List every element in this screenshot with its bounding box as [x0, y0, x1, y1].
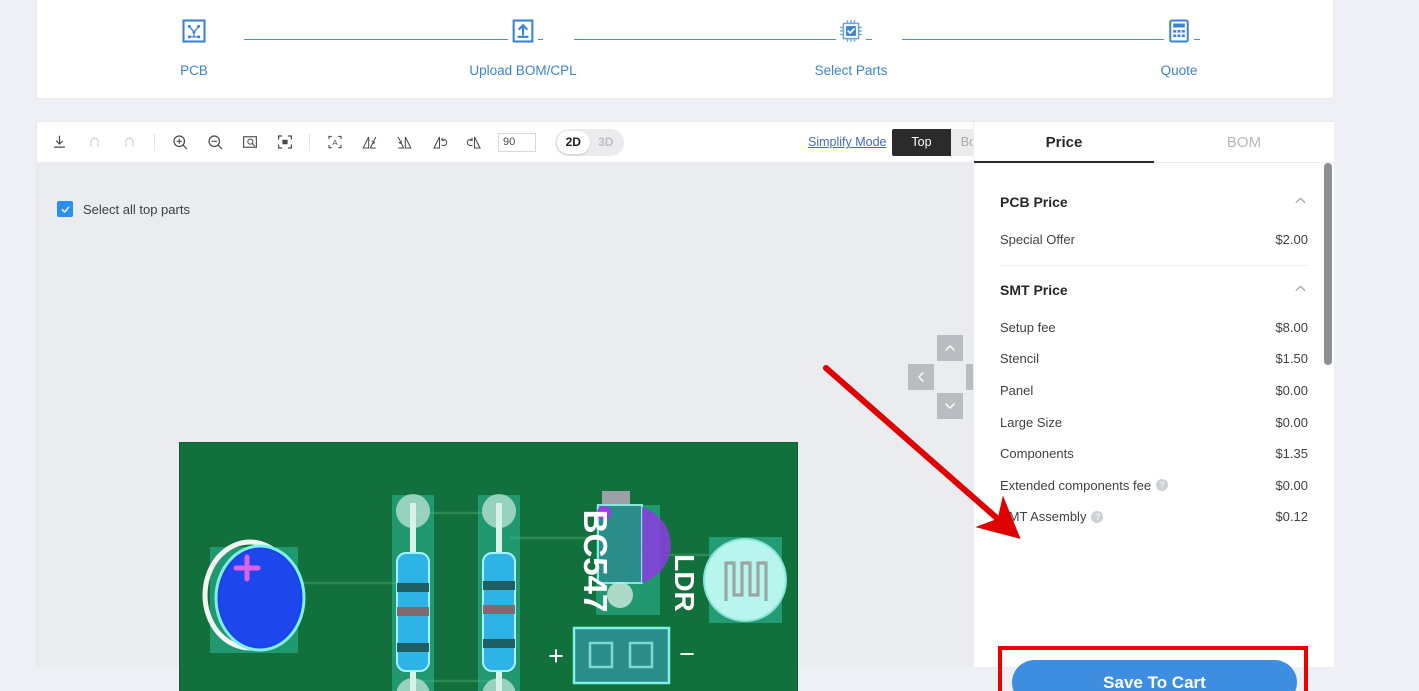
rotation-angle-input[interactable]: 90	[498, 132, 536, 152]
stepper-label-pcb: PCB	[180, 63, 208, 78]
rotate-ccw-icon[interactable]	[429, 132, 450, 153]
zoom-out-icon[interactable]	[204, 132, 225, 153]
price-row: Setup fee $8.00	[1000, 312, 1308, 344]
price-panel: Price BOM PCB Price Special Offer $2.00 …	[973, 122, 1334, 691]
price-bom-tabs: Price BOM	[974, 122, 1334, 163]
select-all-top-parts-label: Select all top parts	[83, 201, 190, 217]
redo-icon[interactable]	[119, 132, 140, 153]
dimension-toggle-2d[interactable]: 2D	[557, 131, 590, 154]
price-row-value: $1.35	[1275, 446, 1308, 462]
stepper-step-upload[interactable]: Upload BOM/CPL	[453, 16, 593, 78]
calculator-icon	[1164, 16, 1194, 46]
price-row-label: Panel	[1000, 383, 1034, 399]
price-row-value: $8.00	[1275, 319, 1308, 335]
dimension-toggle[interactable]: 2D 3D	[555, 129, 624, 156]
pcb-board-preview[interactable]: BC547 LDR + −	[179, 442, 798, 691]
toolbar-divider-1	[154, 133, 155, 151]
section-title-pcb-price: PCB Price	[1000, 194, 1068, 210]
svg-text:−: −	[679, 639, 695, 669]
text-select-icon[interactable]: A	[324, 132, 345, 153]
tab-price[interactable]: Price	[974, 122, 1154, 163]
price-row-label: SMT Assembly	[1000, 509, 1087, 525]
price-row: Stencil $1.50	[1000, 343, 1308, 375]
price-breakdown: PCB Price Special Offer $2.00 SMT Price	[974, 180, 1334, 533]
stepper-step-select-parts[interactable]: Select Parts	[781, 16, 921, 78]
rotate-cw-icon[interactable]	[464, 132, 485, 153]
download-icon[interactable]	[49, 132, 70, 153]
chevron-up-icon[interactable]	[1293, 281, 1308, 299]
simplify-mode-link[interactable]: Simplify Mode	[808, 135, 887, 149]
price-row-value: $0.00	[1275, 477, 1308, 493]
price-row: Components $1.35	[1000, 438, 1308, 470]
upload-icon	[508, 16, 538, 46]
price-row: Extended components fee ? $0.00	[1000, 470, 1308, 502]
component-led	[202, 539, 306, 653]
section-header-smt-price[interactable]: SMT Price	[1000, 268, 1308, 312]
price-row: Large Size $0.00	[1000, 406, 1308, 438]
flip-vertical-icon[interactable]	[394, 132, 415, 153]
toolbar-divider-2	[309, 133, 310, 151]
price-row-label: Components	[1000, 446, 1074, 462]
save-to-cart-button[interactable]: Save To Cart	[1012, 660, 1297, 691]
price-row: Panel $0.00	[1000, 375, 1308, 407]
price-row: SMT Assembly ? $0.12	[1000, 501, 1308, 533]
svg-text:3.7v: 3.7v	[592, 687, 651, 691]
undo-icon[interactable]	[84, 132, 105, 153]
chevron-up-icon[interactable]	[1293, 193, 1308, 211]
stepper-label-select-parts: Select Parts	[814, 63, 888, 78]
price-row-value: $0.12	[1275, 509, 1308, 525]
stepper-label-upload: Upload BOM/CPL	[469, 63, 577, 78]
price-row: Special Offer $2.00	[1000, 224, 1308, 256]
svg-text:A: A	[332, 138, 337, 147]
app-page: PCB Upload BOM/CPL Select Parts Quote A …	[0, 0, 1419, 691]
editor-card: A 90 2D 3D Simplify Mode Top Bott	[36, 121, 1334, 691]
price-row-value: $0.00	[1275, 383, 1308, 399]
zoom-region-icon[interactable]	[239, 132, 260, 153]
pan-down-button[interactable]	[937, 393, 963, 419]
flip-horizontal-icon[interactable]	[359, 132, 380, 153]
checkbox-checked-icon	[57, 201, 73, 217]
pcb-board-icon	[179, 16, 209, 46]
component-transistor-bc547: BC547	[577, 491, 671, 615]
progress-stepper-card: PCB Upload BOM/CPL Select Parts Quote	[36, 0, 1334, 99]
pan-left-button[interactable]	[908, 364, 934, 390]
component-ldr: LDR	[669, 537, 787, 623]
info-icon[interactable]: ?	[1156, 479, 1169, 492]
stepper-label-quote: Quote	[1160, 63, 1198, 78]
stepper-step-quote[interactable]: Quote	[1109, 16, 1249, 78]
svg-text:+: +	[548, 641, 564, 671]
price-panel-scrollbar[interactable]	[1324, 163, 1332, 667]
checkout-area: Save To Cart By placing your order, pls …	[974, 646, 1335, 691]
progress-stepper: PCB Upload BOM/CPL Select Parts Quote	[37, 0, 1333, 98]
zoom-in-icon[interactable]	[169, 132, 190, 153]
price-row-label: Extended components fee	[1000, 477, 1152, 493]
component-resistor-1	[392, 494, 434, 691]
tab-bom[interactable]: BOM	[1154, 122, 1334, 162]
svg-text:BC547: BC547	[577, 510, 614, 613]
chip-check-icon	[836, 16, 866, 46]
component-battery-connector: + − 3.7v	[548, 626, 695, 691]
svg-text:LDR: LDR	[669, 554, 700, 612]
select-all-top-parts-checkbox[interactable]: Select all top parts	[57, 201, 190, 217]
price-row-label: Stencil	[1000, 351, 1040, 367]
fit-screen-icon[interactable]	[274, 132, 295, 153]
section-header-pcb-price[interactable]: PCB Price	[1000, 180, 1308, 224]
price-row-value: $2.00	[1275, 232, 1308, 248]
component-resistor-2	[478, 494, 520, 691]
pcb-viewer[interactable]: Select all top parts BC547 LDR + −	[37, 163, 992, 691]
stepper-step-pcb[interactable]: PCB	[124, 16, 264, 78]
price-row-value: $1.50	[1275, 351, 1308, 367]
scrollbar-thumb[interactable]	[1324, 163, 1332, 365]
section-divider	[1000, 264, 1308, 266]
board-side-top[interactable]: Top	[892, 129, 951, 156]
price-row-label: Special Offer	[1000, 232, 1075, 248]
dimension-toggle-3d[interactable]: 3D	[590, 131, 623, 154]
price-row-label: Setup fee	[1000, 319, 1056, 335]
price-row-label: Large Size	[1000, 414, 1063, 430]
info-icon[interactable]: ?	[1091, 510, 1104, 523]
section-title-smt-price: SMT Price	[1000, 281, 1068, 298]
pan-up-button[interactable]	[937, 335, 963, 361]
price-row-value: $0.00	[1275, 414, 1308, 430]
